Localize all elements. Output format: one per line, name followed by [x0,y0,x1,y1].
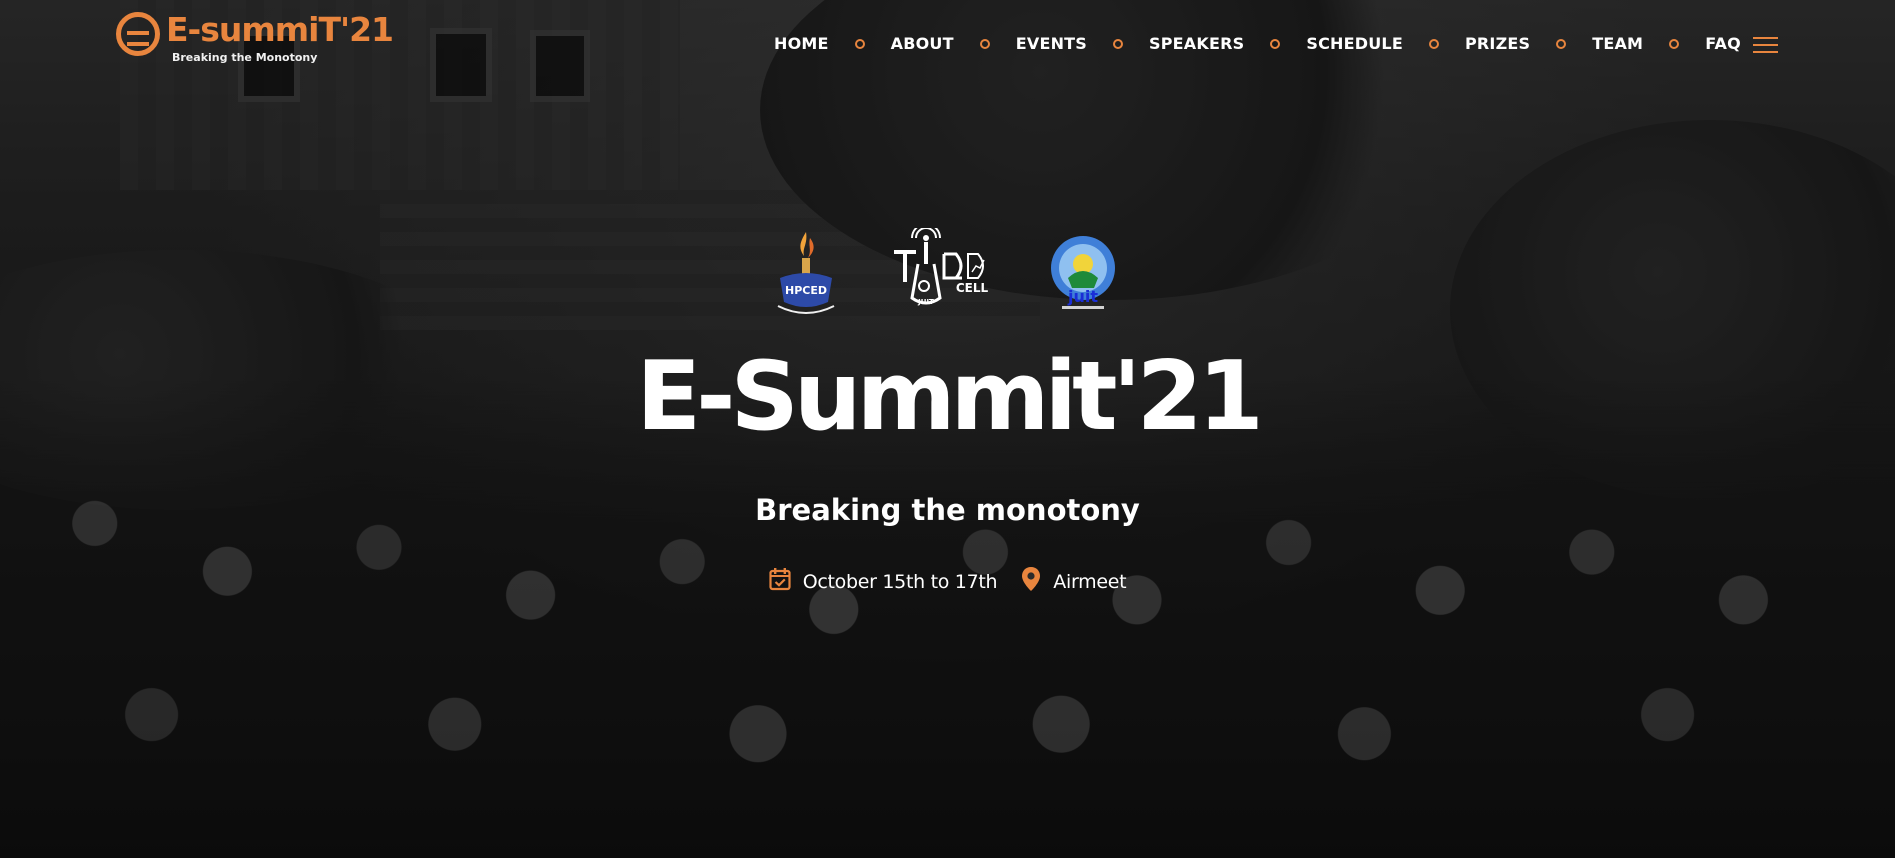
menu-bar [1753,37,1778,39]
event-date: October 15th to 17th [769,567,998,596]
hero-title: E-Summit'21 [636,342,1264,452]
nav-separator-dot [1669,39,1680,49]
hpced-emblem-icon: HPCED [777,232,835,314]
juit-emblem-icon: juit [1051,236,1115,309]
hpced-logo: HPCED [768,228,844,316]
nav-separator-dot [979,39,990,49]
event-info: October 15th to 17th Airmeet [0,566,1895,597]
event-venue: Airmeet [1021,566,1127,597]
hero-subtitle: Breaking the monotony [755,493,1140,527]
logo-title: E-summiT'21 [166,10,394,49]
nav-item-home[interactable]: HOME [774,34,829,54]
nav-item-team[interactable]: TEAM [1592,34,1643,54]
menu-bar [1753,44,1778,46]
juit-label: juit [1067,287,1098,306]
tied-cell-logo: CELL JUIT [886,223,1006,310]
nav-separator-dot [1113,39,1124,49]
site-logo[interactable]: E-summiT'21 Breaking the Monotony [114,10,394,70]
hpced-label: HPCED [785,284,827,297]
nav-item-schedule[interactable]: SCHEDULE [1306,34,1403,54]
partner-logos: HPCED CELL JUIT juit [768,223,1118,320]
main-nav: HOME ABOUT EVENTS SPEAKERS SCHEDULE PRIZ… [774,34,1741,54]
juit-logo: juit [1048,234,1118,316]
menu-bar [1753,51,1778,53]
calendar-check-icon [769,567,791,596]
nav-item-events[interactable]: EVENTS [1016,34,1087,54]
nav-item-faq[interactable]: FAQ [1705,34,1741,54]
nav-item-prizes[interactable]: PRIZES [1465,34,1530,54]
event-venue-text: Airmeet [1053,570,1127,593]
map-pin-icon [1021,566,1041,597]
event-date-text: October 15th to 17th [802,570,998,593]
logo-tagline: Breaking the Monotony [172,51,318,64]
nav-separator-dot [854,39,865,49]
nav-separator-dot [1270,39,1281,49]
logo-mark-icon [116,12,160,56]
hero-section: E-summiT'21 Breaking the Monotony HOME A… [0,0,1895,858]
tied-juit-label: JUIT [917,298,934,306]
nav-separator-dot [1556,39,1567,49]
hamburger-menu-icon[interactable] [1753,37,1778,53]
nav-item-about[interactable]: ABOUT [891,34,954,54]
tied-cell-emblem-icon: CELL JUIT [894,223,989,306]
tied-cell-label: CELL [956,281,989,295]
nav-item-speakers[interactable]: SPEAKERS [1149,34,1244,54]
nav-separator-dot [1428,39,1439,49]
